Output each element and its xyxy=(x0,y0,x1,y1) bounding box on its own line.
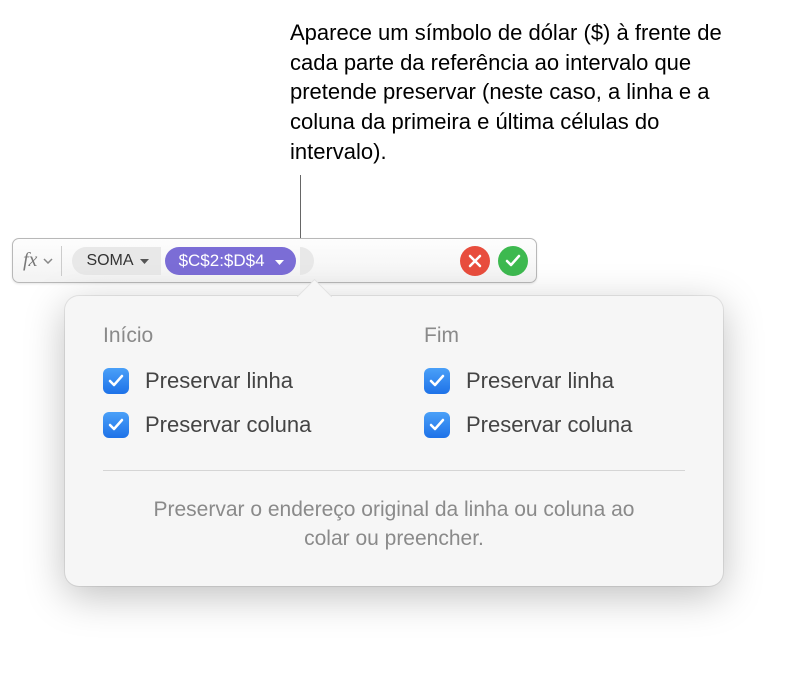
end-column: Fim Preservar linha Preservar coluna xyxy=(424,324,685,456)
range-reference-text: $C$2:$D$4 xyxy=(179,251,265,271)
start-preserve-row-option[interactable]: Preservar linha xyxy=(103,368,364,394)
checkbox-label: Preservar coluna xyxy=(466,412,632,438)
checkbox-checked[interactable] xyxy=(103,368,129,394)
checkmark-icon xyxy=(108,418,124,432)
checkbox-label: Preservar linha xyxy=(466,368,614,394)
function-close-cap xyxy=(300,247,314,275)
checkbox-checked[interactable] xyxy=(103,412,129,438)
end-preserve-column-option[interactable]: Preservar coluna xyxy=(424,412,685,438)
annotation-leader-line xyxy=(300,175,301,239)
close-icon xyxy=(468,254,482,268)
end-header: Fim xyxy=(424,324,685,348)
chevron-down-icon xyxy=(140,259,149,265)
function-token[interactable]: SOMA xyxy=(72,247,160,275)
start-header: Início xyxy=(103,324,364,348)
preserve-reference-popover: Início Preservar linha Preservar coluna xyxy=(65,296,723,586)
chevron-down-icon xyxy=(275,260,284,266)
fx-label: fx xyxy=(23,249,37,272)
checkbox-checked[interactable] xyxy=(424,412,450,438)
end-preserve-row-option[interactable]: Preservar linha xyxy=(424,368,685,394)
checkmark-icon xyxy=(505,254,521,268)
checkbox-label: Preservar coluna xyxy=(145,412,311,438)
annotation-callout: Aparece um símbolo de dólar ($) à frente… xyxy=(290,18,760,166)
checkbox-label: Preservar linha xyxy=(145,368,293,394)
cancel-button[interactable] xyxy=(460,246,490,276)
range-reference-token[interactable]: $C$2:$D$4 xyxy=(165,247,296,275)
checkbox-checked[interactable] xyxy=(424,368,450,394)
checkmark-icon xyxy=(108,374,124,388)
formula-actions xyxy=(460,246,530,276)
chevron-down-icon xyxy=(43,258,53,264)
function-name: SOMA xyxy=(86,252,133,270)
popover-description: Preservar o endereço original da linha o… xyxy=(103,495,685,554)
start-preserve-column-option[interactable]: Preservar coluna xyxy=(103,412,364,438)
checkmark-icon xyxy=(429,374,445,388)
divider xyxy=(103,470,685,471)
checkmark-icon xyxy=(429,418,445,432)
formula-content[interactable]: SOMA $C$2:$D$4 xyxy=(62,247,460,275)
fx-menu[interactable]: fx xyxy=(19,246,62,276)
formula-editor-bar: fx SOMA $C$2:$D$4 xyxy=(12,238,537,283)
annotation-text: Aparece um símbolo de dólar ($) à frente… xyxy=(290,20,722,164)
start-column: Início Preservar linha Preservar coluna xyxy=(103,324,364,456)
confirm-button[interactable] xyxy=(498,246,528,276)
